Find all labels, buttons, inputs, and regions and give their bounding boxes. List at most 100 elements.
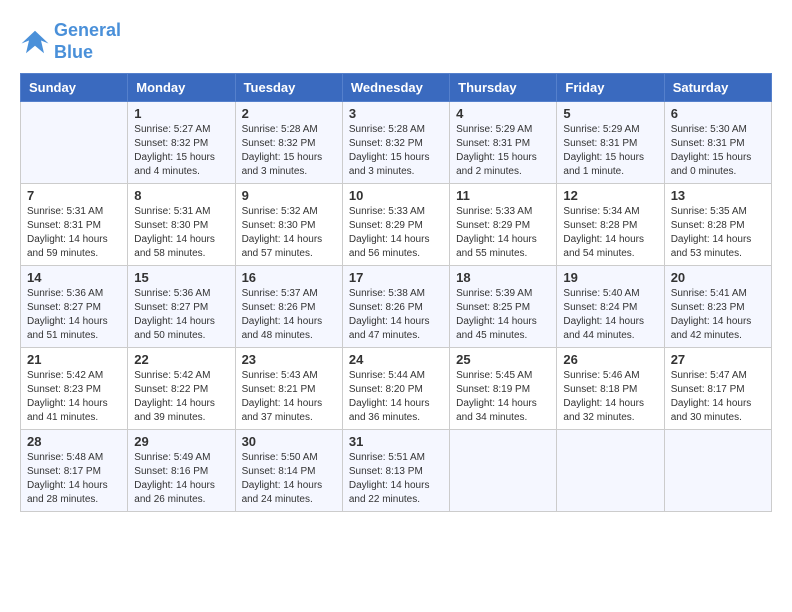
calendar-cell: 10 Sunrise: 5:33 AMSunset: 8:29 PMDaylig… — [342, 184, 449, 266]
calendar-week-row: 1 Sunrise: 5:27 AMSunset: 8:32 PMDayligh… — [21, 102, 772, 184]
day-info: Sunrise: 5:44 AMSunset: 8:20 PMDaylight:… — [349, 369, 443, 425]
day-number: 16 — [242, 270, 336, 285]
day-number: 19 — [563, 270, 657, 285]
day-info: Sunrise: 5:47 AMSunset: 8:17 PMDaylight:… — [671, 369, 765, 425]
calendar-cell: 11 Sunrise: 5:33 AMSunset: 8:29 PMDaylig… — [450, 184, 557, 266]
column-header-saturday: Saturday — [664, 74, 771, 102]
logo-icon — [20, 27, 50, 57]
day-info: Sunrise: 5:28 AMSunset: 8:32 PMDaylight:… — [349, 123, 443, 179]
day-number: 5 — [563, 106, 657, 121]
day-info: Sunrise: 5:29 AMSunset: 8:31 PMDaylight:… — [456, 123, 550, 179]
day-number: 9 — [242, 188, 336, 203]
day-info: Sunrise: 5:40 AMSunset: 8:24 PMDaylight:… — [563, 287, 657, 343]
day-number: 18 — [456, 270, 550, 285]
day-number: 7 — [27, 188, 121, 203]
day-info: Sunrise: 5:33 AMSunset: 8:29 PMDaylight:… — [456, 205, 550, 261]
day-info: Sunrise: 5:27 AMSunset: 8:32 PMDaylight:… — [134, 123, 228, 179]
calendar-week-row: 28 Sunrise: 5:48 AMSunset: 8:17 PMDaylig… — [21, 430, 772, 512]
day-info: Sunrise: 5:45 AMSunset: 8:19 PMDaylight:… — [456, 369, 550, 425]
day-number: 1 — [134, 106, 228, 121]
calendar-cell — [21, 102, 128, 184]
calendar-cell — [450, 430, 557, 512]
day-number: 23 — [242, 352, 336, 367]
day-number: 3 — [349, 106, 443, 121]
calendar-cell: 24 Sunrise: 5:44 AMSunset: 8:20 PMDaylig… — [342, 348, 449, 430]
day-info: Sunrise: 5:42 AMSunset: 8:23 PMDaylight:… — [27, 369, 121, 425]
column-header-monday: Monday — [128, 74, 235, 102]
calendar-cell: 22 Sunrise: 5:42 AMSunset: 8:22 PMDaylig… — [128, 348, 235, 430]
calendar-cell: 14 Sunrise: 5:36 AMSunset: 8:27 PMDaylig… — [21, 266, 128, 348]
day-info: Sunrise: 5:39 AMSunset: 8:25 PMDaylight:… — [456, 287, 550, 343]
column-header-friday: Friday — [557, 74, 664, 102]
calendar-cell: 28 Sunrise: 5:48 AMSunset: 8:17 PMDaylig… — [21, 430, 128, 512]
day-info: Sunrise: 5:48 AMSunset: 8:17 PMDaylight:… — [27, 451, 121, 507]
page-header: General Blue — [20, 20, 772, 63]
calendar-cell: 3 Sunrise: 5:28 AMSunset: 8:32 PMDayligh… — [342, 102, 449, 184]
calendar-cell: 27 Sunrise: 5:47 AMSunset: 8:17 PMDaylig… — [664, 348, 771, 430]
calendar-cell: 7 Sunrise: 5:31 AMSunset: 8:31 PMDayligh… — [21, 184, 128, 266]
day-info: Sunrise: 5:30 AMSunset: 8:31 PMDaylight:… — [671, 123, 765, 179]
day-number: 25 — [456, 352, 550, 367]
column-header-tuesday: Tuesday — [235, 74, 342, 102]
day-info: Sunrise: 5:34 AMSunset: 8:28 PMDaylight:… — [563, 205, 657, 261]
logo: General Blue — [20, 20, 121, 63]
calendar-cell — [664, 430, 771, 512]
day-number: 20 — [671, 270, 765, 285]
day-info: Sunrise: 5:36 AMSunset: 8:27 PMDaylight:… — [27, 287, 121, 343]
calendar-cell: 19 Sunrise: 5:40 AMSunset: 8:24 PMDaylig… — [557, 266, 664, 348]
day-info: Sunrise: 5:31 AMSunset: 8:31 PMDaylight:… — [27, 205, 121, 261]
day-info: Sunrise: 5:33 AMSunset: 8:29 PMDaylight:… — [349, 205, 443, 261]
day-info: Sunrise: 5:49 AMSunset: 8:16 PMDaylight:… — [134, 451, 228, 507]
day-number: 29 — [134, 434, 228, 449]
calendar-cell: 12 Sunrise: 5:34 AMSunset: 8:28 PMDaylig… — [557, 184, 664, 266]
day-info: Sunrise: 5:43 AMSunset: 8:21 PMDaylight:… — [242, 369, 336, 425]
calendar-cell — [557, 430, 664, 512]
calendar-cell: 15 Sunrise: 5:36 AMSunset: 8:27 PMDaylig… — [128, 266, 235, 348]
day-number: 26 — [563, 352, 657, 367]
day-number: 13 — [671, 188, 765, 203]
calendar-cell: 23 Sunrise: 5:43 AMSunset: 8:21 PMDaylig… — [235, 348, 342, 430]
day-number: 31 — [349, 434, 443, 449]
day-number: 12 — [563, 188, 657, 203]
day-info: Sunrise: 5:51 AMSunset: 8:13 PMDaylight:… — [349, 451, 443, 507]
day-number: 17 — [349, 270, 443, 285]
column-header-sunday: Sunday — [21, 74, 128, 102]
calendar-week-row: 7 Sunrise: 5:31 AMSunset: 8:31 PMDayligh… — [21, 184, 772, 266]
day-number: 24 — [349, 352, 443, 367]
day-info: Sunrise: 5:32 AMSunset: 8:30 PMDaylight:… — [242, 205, 336, 261]
day-number: 28 — [27, 434, 121, 449]
column-header-thursday: Thursday — [450, 74, 557, 102]
calendar-week-row: 14 Sunrise: 5:36 AMSunset: 8:27 PMDaylig… — [21, 266, 772, 348]
day-number: 27 — [671, 352, 765, 367]
calendar-cell: 30 Sunrise: 5:50 AMSunset: 8:14 PMDaylig… — [235, 430, 342, 512]
day-info: Sunrise: 5:37 AMSunset: 8:26 PMDaylight:… — [242, 287, 336, 343]
day-info: Sunrise: 5:38 AMSunset: 8:26 PMDaylight:… — [349, 287, 443, 343]
day-info: Sunrise: 5:42 AMSunset: 8:22 PMDaylight:… — [134, 369, 228, 425]
day-info: Sunrise: 5:31 AMSunset: 8:30 PMDaylight:… — [134, 205, 228, 261]
calendar-cell: 5 Sunrise: 5:29 AMSunset: 8:31 PMDayligh… — [557, 102, 664, 184]
calendar-cell: 21 Sunrise: 5:42 AMSunset: 8:23 PMDaylig… — [21, 348, 128, 430]
calendar-cell: 18 Sunrise: 5:39 AMSunset: 8:25 PMDaylig… — [450, 266, 557, 348]
calendar-cell: 8 Sunrise: 5:31 AMSunset: 8:30 PMDayligh… — [128, 184, 235, 266]
day-info: Sunrise: 5:46 AMSunset: 8:18 PMDaylight:… — [563, 369, 657, 425]
calendar-cell: 16 Sunrise: 5:37 AMSunset: 8:26 PMDaylig… — [235, 266, 342, 348]
calendar-cell: 2 Sunrise: 5:28 AMSunset: 8:32 PMDayligh… — [235, 102, 342, 184]
day-number: 10 — [349, 188, 443, 203]
calendar-cell: 13 Sunrise: 5:35 AMSunset: 8:28 PMDaylig… — [664, 184, 771, 266]
calendar-cell: 31 Sunrise: 5:51 AMSunset: 8:13 PMDaylig… — [342, 430, 449, 512]
calendar-cell: 4 Sunrise: 5:29 AMSunset: 8:31 PMDayligh… — [450, 102, 557, 184]
day-number: 11 — [456, 188, 550, 203]
day-info: Sunrise: 5:41 AMSunset: 8:23 PMDaylight:… — [671, 287, 765, 343]
calendar-cell: 17 Sunrise: 5:38 AMSunset: 8:26 PMDaylig… — [342, 266, 449, 348]
day-info: Sunrise: 5:28 AMSunset: 8:32 PMDaylight:… — [242, 123, 336, 179]
calendar-cell: 20 Sunrise: 5:41 AMSunset: 8:23 PMDaylig… — [664, 266, 771, 348]
day-number: 2 — [242, 106, 336, 121]
day-info: Sunrise: 5:35 AMSunset: 8:28 PMDaylight:… — [671, 205, 765, 261]
day-number: 22 — [134, 352, 228, 367]
calendar-cell: 25 Sunrise: 5:45 AMSunset: 8:19 PMDaylig… — [450, 348, 557, 430]
calendar-header-row: SundayMondayTuesdayWednesdayThursdayFrid… — [21, 74, 772, 102]
day-number: 4 — [456, 106, 550, 121]
day-info: Sunrise: 5:29 AMSunset: 8:31 PMDaylight:… — [563, 123, 657, 179]
calendar-cell: 6 Sunrise: 5:30 AMSunset: 8:31 PMDayligh… — [664, 102, 771, 184]
calendar-week-row: 21 Sunrise: 5:42 AMSunset: 8:23 PMDaylig… — [21, 348, 772, 430]
